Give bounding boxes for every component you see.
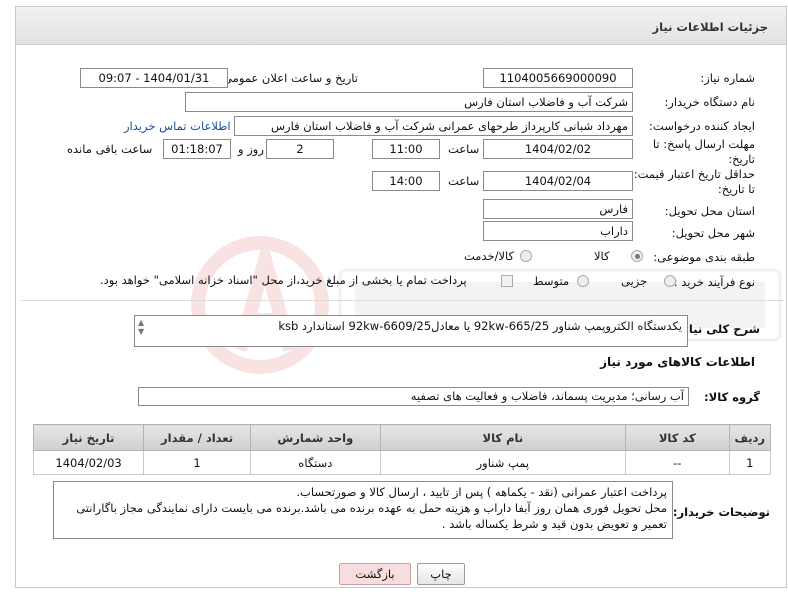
announce-label: تاریخ و ساعت اعلان عمومی: [219,71,358,85]
remaining-label: ساعت باقی مانده [67,142,153,156]
goods-table: ردیف کد کالا نام کالا واحد شمارش تعداد / مقد… [32,424,772,475]
print-button[interactable]: چاپ [417,563,465,585]
treasury-payment-note: پرداخت تمام یا بخشی از مبلغ خرید،از محل … [100,273,467,287]
table-header-cell: نام کالا [379,424,627,451]
goods-info-title: اطلاعات کالاهای مورد نیاز [600,355,755,369]
buyer-notes-line: پرداخت اعتبار عمرانی (نقد - یکماهه ) پس … [296,485,667,499]
table-header-cell: تاریخ نیاز [32,424,145,451]
buyer-notes-box: پرداخت اعتبار عمرانی (نقد - یکماهه ) پس … [53,481,673,539]
deadline-date-field: 1404/02/02 [483,139,633,159]
remaining-time-field: 01:18:07 [163,139,231,159]
general-desc-text: یکدستگاه الکتروپمپ شناور 92kw-665/25 یا … [278,319,682,333]
buyer-org-field: شرکت آب و فاضلاب استان فارس [185,92,633,112]
table-header-cell: تعداد / مقدار [143,424,251,451]
deadline-label: مهلت ارسال پاسخ: تا [652,137,755,151]
table-cell: -- [625,450,730,475]
process-radio-minor[interactable] [664,275,676,287]
table-row: 1 -- پمپ شناور دستگاه 1 1404/02/03 [32,450,772,475]
category-option-goods-service: کالا/خدمت [464,249,515,263]
announce-field: 1404/01/31 - 09:07 [80,68,228,88]
table-cell: 1 [728,450,772,475]
city-field: داراب [483,221,633,241]
price-validity-time-field: 14:00 [372,171,440,191]
process-radio-medium[interactable] [577,275,589,287]
city-label: شهر محل تحویل: [671,226,755,240]
general-desc-textarea[interactable]: یکدستگاه الکتروپمپ شناور 92kw-665/25 یا … [134,315,688,347]
deadline-time-field: 11:00 [372,139,440,159]
panel-title-bar: جزئیات اطلاعات نیاز [16,7,786,45]
table-header-cell: واحد شمارش [249,424,381,451]
buyer-notes-line: تعمیر و تعویض بدون قید و شرط یکساله باشد… [441,517,667,531]
general-desc-label: شرح کلی نیاز: [677,322,760,336]
price-validity-time-label: ساعت [448,174,480,188]
price-validity-label: حداقل تاریخ اعتبار قیمت: [633,167,755,181]
days-label: روز و [238,142,264,156]
buyer-notes-line: محل تحویل فوری همان روز آبفا داراب و هزی… [76,501,667,515]
process-option-medium: متوسط [533,274,570,288]
category-radio-goods[interactable] [631,250,643,262]
buyer-org-label: نام دستگاه خریدار: [664,95,755,109]
table-cell: 1404/02/03 [32,450,145,475]
table-cell: 1 [143,450,251,475]
days-count-field: 2 [266,139,334,159]
price-validity-date-field: 1404/02/04 [483,171,633,191]
province-field: فارس [483,199,633,219]
divider [20,300,784,301]
need-number-field: 1104005669000090 [483,68,633,88]
price-validity-label-date: تا تاریخ: [717,182,755,196]
scroll-arrows-icon[interactable]: ▲ ▼ [138,318,144,336]
table-header-cell: ردیف [728,424,772,451]
creator-field: مهرداد شبانی کارپرداز طرحهای عمرانی شرکت… [234,116,633,136]
back-button[interactable]: بازگشت [339,563,411,585]
goods-group-field: آب رسانی؛ مدیریت پسماند، فاضلاب و فعالیت… [138,387,689,406]
table-cell: پمپ شناور [379,450,627,475]
creator-label: ایجاد کننده درخواست: [649,119,755,133]
need-number-label: شماره نیاز: [700,71,755,85]
page-title: جزئیات اطلاعات نیاز [652,20,768,34]
category-radio-goods-service[interactable] [520,250,532,262]
table-cell: دستگاه [249,450,381,475]
category-label: طبقه بندی موضوعی: [653,250,755,264]
contact-info-link[interactable]: اطلاعات تماس خریدار [124,119,231,133]
table-header-cell: کد کالا [625,424,730,451]
buyer-notes-label: توضیحات خریدار: [672,505,770,519]
deadline-label-date: تاریخ: [728,152,755,166]
category-option-goods: کالا [594,249,610,263]
province-label: استان محل تحویل: [664,204,755,218]
goods-group-label: گروه کالا: [704,390,760,404]
process-option-minor: جزیی [621,274,648,288]
treasury-payment-checkbox[interactable] [501,275,513,287]
deadline-time-label: ساعت [448,142,480,156]
process-label: نوع فرآیند خرید : [673,275,755,289]
